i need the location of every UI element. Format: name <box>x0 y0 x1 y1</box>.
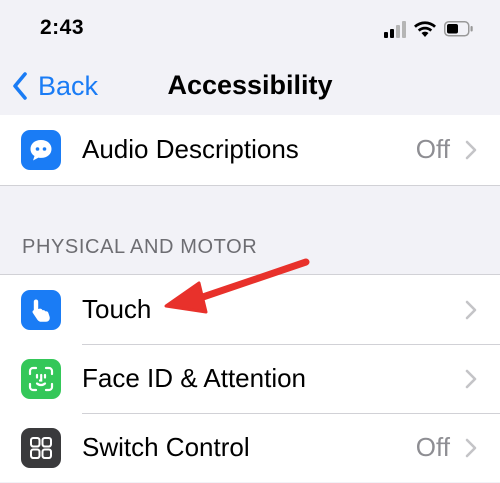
status-bar: 2:43 <box>0 0 500 60</box>
row-value: Off <box>415 134 450 164</box>
row-touch[interactable]: Touch <box>0 275 500 344</box>
chevron-right-icon <box>465 369 477 389</box>
row-switch-control[interactable]: Switch Control Off <box>0 414 500 483</box>
row-face-id-attention[interactable]: Face ID & Attention <box>0 345 500 414</box>
row-label: Switch Control <box>82 432 250 462</box>
cellular-signal-icon <box>384 21 406 38</box>
row-label: Touch <box>82 294 152 324</box>
chevron-right-icon <box>465 140 477 160</box>
grid-squares-icon <box>21 428 61 468</box>
speech-bubble-icon <box>21 130 61 170</box>
chevron-right-icon <box>465 438 477 458</box>
row-label: Audio Descriptions <box>82 134 299 164</box>
row-value: Off <box>415 432 450 462</box>
chevron-right-icon <box>465 300 477 320</box>
settings-group-vision: Audio Descriptions Off <box>0 115 500 186</box>
status-time: 2:43 <box>40 16 85 39</box>
row-label: Face ID & Attention <box>82 363 307 393</box>
section-header: PHYSICAL AND MOTOR <box>22 236 258 258</box>
row-audio-descriptions[interactable]: Audio Descriptions Off <box>0 115 500 184</box>
nav-bar: Back Accessibility <box>0 60 500 114</box>
face-id-icon <box>21 359 61 399</box>
hand-pointing-icon <box>21 290 61 330</box>
settings-group-physical-motor: Touch Face ID & Attention Switch Control… <box>0 274 500 482</box>
wifi-icon <box>414 21 436 37</box>
battery-icon <box>444 21 473 37</box>
status-icons <box>384 19 474 39</box>
page-title: Accessibility <box>167 70 333 100</box>
